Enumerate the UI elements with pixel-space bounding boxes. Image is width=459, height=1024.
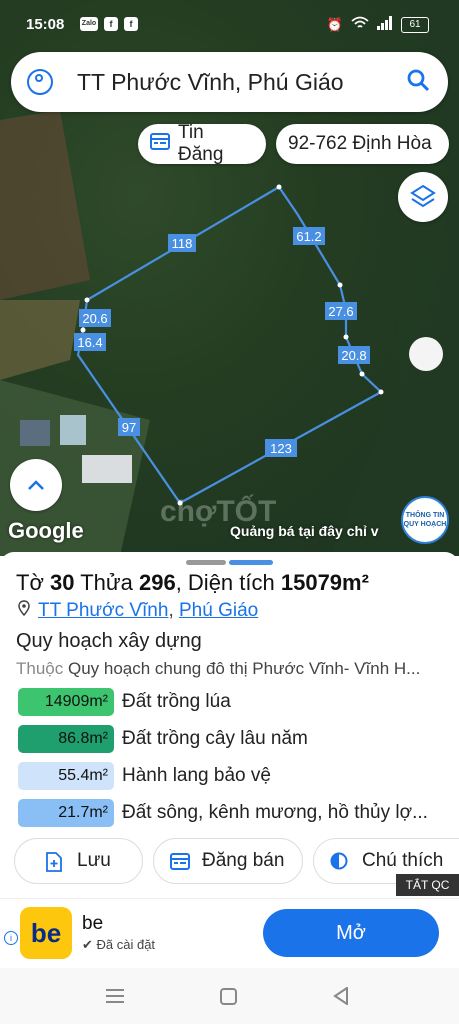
tin-dang-chip[interactable]: Tin Đăng — [138, 122, 266, 165]
recents-icon[interactable] — [106, 988, 124, 1009]
plan-reference: Thuộc Quy hoạch chung đô thị Phước Vĩnh-… — [16, 659, 446, 679]
zone-area-badge: 14909m² — [18, 688, 114, 716]
title-thua-value: 296 — [138, 570, 176, 595]
planning-info-badge[interactable]: THÔNG TIN QUY HOẠCH — [401, 496, 449, 544]
section-heading: Quy hoạch xây dựng — [16, 630, 202, 652]
status-time: 15:08 — [26, 16, 65, 33]
zone-label: Đất trồng lúa — [122, 691, 231, 712]
ad-install-status: ✔ Đã cài đặt — [82, 937, 155, 953]
listing-icon — [150, 132, 170, 156]
post-sale-label: Đăng bán — [202, 850, 285, 871]
edge-label-text: 16.4 — [77, 335, 102, 350]
zone-row: 55.4m² Hành lang bảo vệ — [18, 762, 271, 790]
edge-label-text: 118 — [172, 236, 193, 251]
zone-label: Hành lang bảo vệ — [122, 765, 271, 786]
title-to-value: 30 — [50, 570, 75, 595]
zone-row: 14909m² Đất trồng lúa — [18, 688, 231, 716]
plan-reference-value[interactable]: Quy hoạch chung đô thị Phước Vĩnh- Vĩnh … — [68, 659, 420, 678]
contrast-icon — [330, 852, 348, 870]
listing-icon — [170, 852, 190, 870]
edge-label: 97 — [118, 418, 140, 436]
facebook-icon: f — [104, 17, 118, 31]
search-bar[interactable]: TT Phước Vĩnh, Phú Giáo — [11, 52, 448, 112]
account-icon[interactable] — [27, 69, 53, 95]
edge-label: 20.6 — [79, 309, 111, 327]
installed-check-icon: ✔ — [82, 937, 97, 952]
edge-label: 27.6 — [325, 302, 357, 320]
save-button[interactable]: Lưu — [14, 838, 143, 884]
edge-label: 16.4 — [74, 333, 106, 351]
location-pin-icon — [18, 600, 30, 622]
zone-label: Đất sông, kênh mương, hồ thủy lợ... — [122, 802, 428, 823]
map-marker[interactable] — [409, 337, 443, 371]
parcel-title: Tờ 30 Thửa 296, Diện tích 15079m² — [16, 570, 369, 596]
notification-icons: Zalo f f — [80, 17, 138, 31]
title-area-label: , Diện tích — [175, 570, 275, 595]
parcel-address: TT Phước Vĩnh, Phú Giáo — [18, 600, 258, 622]
wifi-icon — [351, 16, 369, 33]
edge-label-text: 61.2 — [296, 229, 321, 244]
legend-label: Chú thích — [362, 850, 444, 871]
sheet-handle[interactable] — [186, 560, 226, 565]
sheet-handle-secondary[interactable] — [229, 560, 273, 565]
layers-button[interactable] — [398, 172, 448, 222]
home-icon[interactable] — [220, 988, 238, 1011]
alarm-icon: ⏰ — [326, 16, 343, 32]
info-icon[interactable]: i — [4, 931, 18, 945]
parcel-info-sheet: Tờ 30 Thửa 296, Diện tích 15079m² TT Phư… — [0, 552, 459, 898]
edge-label-text: 20.8 — [341, 348, 366, 363]
edge-label: 123 — [265, 439, 297, 457]
layers-icon — [410, 184, 436, 208]
edge-label-text: 20.6 — [82, 311, 107, 326]
tin-dang-label: Tin Đăng — [178, 122, 224, 165]
open-app-button[interactable]: Mở — [263, 909, 439, 957]
facebook-icon: f — [124, 17, 138, 31]
back-icon[interactable] — [333, 986, 349, 1010]
zone-row: 86.8m² Đất trồng cây lâu năm — [18, 725, 308, 753]
chevron-up-icon — [28, 480, 44, 490]
installed-label: Đã cài đặt — [96, 937, 156, 952]
map-view[interactable]: 118 61.2 27.6 20.8 123 97 16.4 20.6 15:0… — [0, 0, 459, 556]
title-to-label: Tờ — [16, 570, 44, 595]
save-label: Lưu — [77, 850, 111, 871]
title-thua-label: Thửa — [80, 570, 133, 595]
zone-area-badge: 86.8m² — [18, 725, 114, 753]
address-link-district[interactable]: Phú Giáo — [179, 600, 258, 622]
post-sale-button[interactable]: Đăng bán — [153, 838, 303, 884]
zone-area-badge: 21.7m² — [18, 799, 114, 827]
save-doc-icon — [45, 852, 63, 872]
plan-reference-key: Thuộc — [16, 659, 64, 678]
zone-row: 21.7m² Đất sông, kênh mương, hồ thủy lợ.… — [18, 799, 428, 827]
signal-icon — [377, 16, 393, 33]
edge-label: 61.2 — [293, 227, 325, 245]
search-query[interactable]: TT Phước Vĩnh, Phú Giáo — [77, 69, 406, 96]
close-ad-button[interactable]: TẮT QC — [396, 874, 459, 896]
location-code-chip[interactable]: 92-762 Định Hòa — [276, 124, 449, 164]
system-nav-bar — [0, 968, 459, 1024]
edge-label: 20.8 — [338, 346, 370, 364]
title-area-value: 15079m² — [280, 570, 369, 595]
ad-banner[interactable]: i be be ✔ Đã cài đặt Mở — [0, 898, 459, 969]
ad-promo-text[interactable]: Quảng bá tại đây chỉ v — [230, 523, 379, 539]
edge-label-text: 27.6 — [328, 304, 353, 319]
address-link-town[interactable]: TT Phước Vĩnh — [38, 600, 168, 622]
be-app-logo: be — [20, 907, 72, 959]
edge-label-text: 97 — [122, 420, 136, 435]
system-icons: ⏰ 61 — [327, 16, 429, 33]
location-code-label: 92-762 Định Hòa — [288, 133, 432, 154]
battery-icon: 61 — [401, 16, 429, 33]
edge-label-text: 123 — [270, 441, 292, 456]
zone-area-badge: 55.4m² — [18, 762, 114, 790]
expand-up-button[interactable] — [10, 459, 62, 511]
ad-app-name: be — [82, 913, 104, 934]
zalo-icon: Zalo — [80, 17, 98, 31]
status-bar: 15:08 Zalo f f ⏰ 61 — [0, 0, 459, 50]
zone-label: Đất trồng cây lâu năm — [122, 728, 308, 749]
search-icon[interactable] — [406, 68, 430, 97]
edge-label: 118 — [168, 234, 196, 252]
google-logo: Google — [8, 518, 84, 543]
